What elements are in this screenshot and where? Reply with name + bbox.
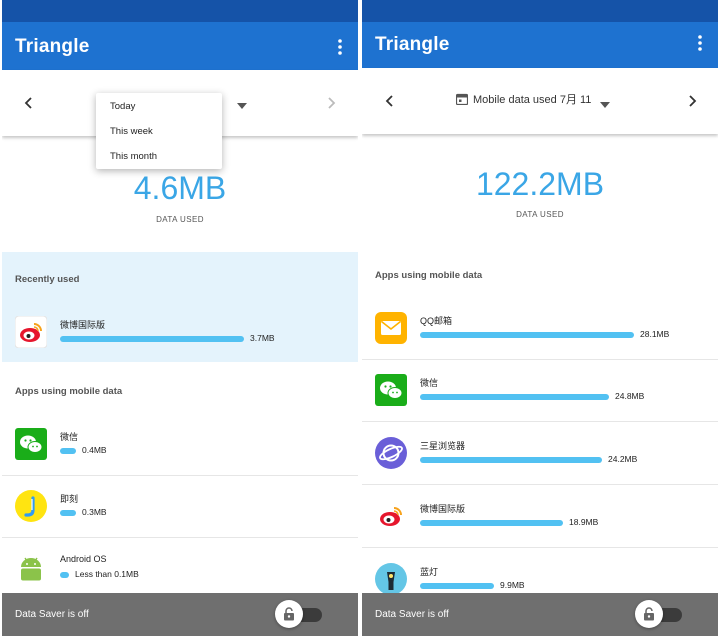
android-icon	[15, 552, 47, 584]
app-usage-size: 0.3MB	[82, 507, 107, 517]
data-used-value: 122.2MB	[475, 166, 605, 202]
period-dropdown-arrow-icon[interactable]	[600, 96, 610, 108]
period-dropdown-menu: Today This week This month	[96, 93, 222, 169]
usage-bar	[420, 583, 494, 589]
data-used-caption: DATA USED	[156, 215, 204, 224]
app-bar: Triangle	[2, 22, 358, 70]
period-label[interactable]: Mobile data used 7月 11	[455, 91, 592, 108]
usage-bar	[60, 510, 76, 516]
data-saver-status: Data Saver is off	[15, 609, 89, 620]
row-divider	[362, 421, 718, 422]
app-title: Triangle	[375, 34, 450, 55]
app-usage-size: Less than 0.1MB	[75, 569, 139, 579]
status-bar	[2, 0, 358, 22]
menu-item-this-week[interactable]: This week	[110, 126, 153, 137]
samsung-browser-icon	[375, 437, 407, 469]
jike-icon	[15, 490, 47, 522]
app-name: 蓝灯	[420, 567, 439, 577]
app-name: 即刻	[60, 494, 79, 504]
app-row[interactable]: 即刻 0.3MB	[2, 476, 358, 538]
app-row[interactable]: Android OS Less than 0.1MB	[2, 538, 358, 600]
app-name: 微博国际版	[420, 504, 466, 514]
app-name: 微信	[420, 378, 439, 388]
next-period-icon[interactable]	[322, 94, 340, 112]
app-title: Triangle	[15, 36, 90, 57]
lantern-icon	[375, 563, 407, 595]
apps-using-mobile-data-header: Apps using mobile data	[15, 386, 123, 397]
app-usage-size: 0.4MB	[82, 445, 107, 455]
app-name: Android OS	[60, 554, 107, 564]
app-row[interactable]: 微信 24.8MB	[362, 360, 718, 422]
apps-using-mobile-data-header: Apps using mobile data	[375, 270, 483, 281]
usage-bar	[60, 448, 76, 454]
app-name: 三星浏览器	[420, 441, 466, 451]
app-row[interactable]: QQ邮箱 28.1MB	[362, 298, 718, 360]
app-usage-size: 9.9MB	[500, 580, 525, 590]
unlock-icon	[644, 607, 654, 621]
left-screen: Triangle Today This week This month 4.6M…	[2, 0, 358, 636]
period-dropdown-arrow-icon[interactable]	[237, 97, 247, 109]
usage-bar	[420, 332, 634, 338]
data-used-caption: DATA USED	[516, 210, 564, 219]
data-saver-footer: Data Saver is off	[362, 593, 718, 636]
overflow-menu-icon[interactable]	[692, 33, 708, 53]
next-period-icon[interactable]	[683, 92, 701, 110]
usage-bar	[60, 336, 244, 342]
period-label-text: Mobile data used 7月 11	[473, 94, 592, 106]
app-name: 微博国际版	[60, 320, 106, 330]
previous-period-icon[interactable]	[381, 92, 399, 110]
app-row[interactable]: 微信 0.4MB	[2, 414, 358, 476]
app-row[interactable]: 微博国际版 3.7MB	[2, 302, 358, 364]
usage-bar	[60, 572, 69, 578]
app-usage-size: 28.1MB	[640, 329, 670, 339]
app-bar: Triangle	[362, 22, 718, 70]
right-screen: Triangle Mobile data used 7月 11 122.2MB …	[362, 0, 718, 636]
recently-used-section: Recently used 微博国际版 3.7MB	[2, 252, 358, 362]
menu-item-today[interactable]: Today	[110, 101, 135, 112]
row-divider	[362, 484, 718, 485]
qqmail-icon	[375, 312, 407, 344]
app-usage-size: 18.9MB	[569, 517, 599, 527]
wechat-icon	[375, 374, 407, 406]
previous-period-icon[interactable]	[20, 94, 38, 112]
status-bar	[362, 0, 718, 22]
recently-used-header: Recently used	[15, 274, 80, 285]
usage-bar	[420, 457, 602, 463]
app-row[interactable]: 三星浏览器 24.2MB	[362, 423, 718, 485]
period-selector-bar: Mobile data used 7月 11	[362, 68, 718, 134]
app-name: QQ邮箱	[420, 316, 453, 326]
calendar-icon	[455, 93, 469, 108]
data-usage-summary: 122.2MB DATA USED	[362, 138, 718, 250]
app-row[interactable]: 微博国际版 18.9MB	[362, 486, 718, 548]
weibo-icon	[375, 500, 407, 532]
app-name: 微信	[60, 432, 79, 442]
unlock-icon	[284, 607, 294, 621]
usage-bar	[420, 394, 609, 400]
data-saver-footer: Data Saver is off	[2, 593, 358, 636]
menu-item-this-month[interactable]: This month	[110, 151, 157, 162]
data-saver-toggle-knob[interactable]	[275, 600, 303, 628]
wechat-icon	[15, 428, 47, 460]
row-divider	[362, 547, 718, 548]
weibo-icon	[14, 315, 48, 349]
usage-bar	[420, 520, 563, 526]
data-used-value: 4.6MB	[133, 170, 227, 206]
app-usage-size: 3.7MB	[250, 333, 275, 343]
overflow-menu-icon[interactable]	[332, 37, 348, 57]
data-saver-status: Data Saver is off	[375, 609, 449, 620]
app-usage-size: 24.2MB	[608, 454, 638, 464]
data-saver-toggle-knob[interactable]	[635, 600, 663, 628]
app-usage-size: 24.8MB	[615, 391, 645, 401]
